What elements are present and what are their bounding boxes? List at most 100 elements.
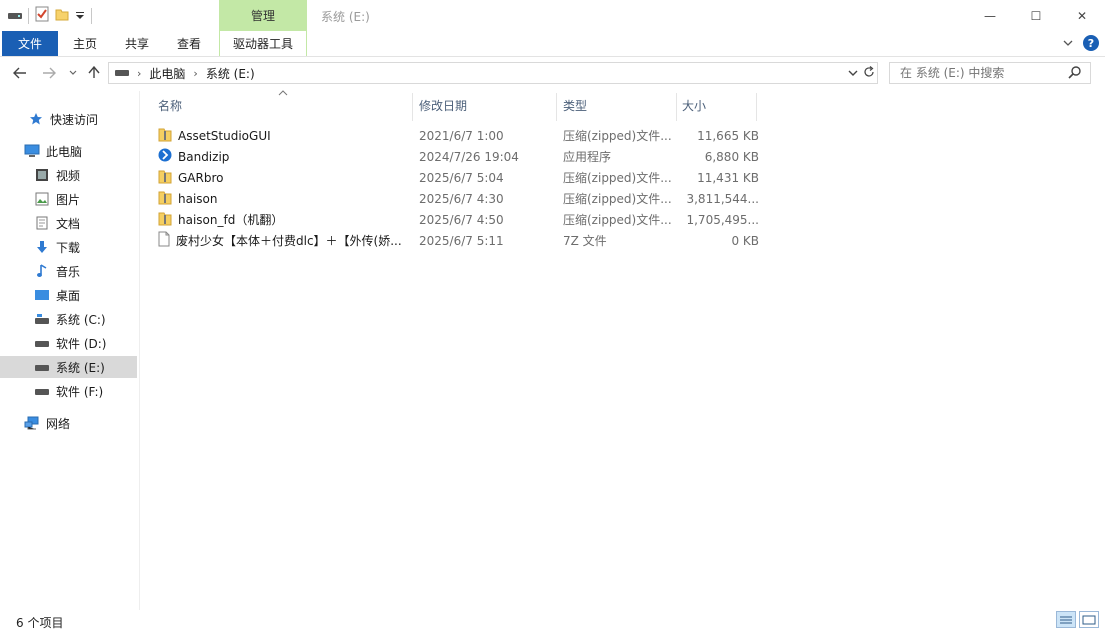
ribbon-tabs: 文件 主页 共享 查看 驱动器工具 ? bbox=[0, 31, 1105, 57]
column-header-size[interactable]: 大小 bbox=[682, 91, 756, 120]
new-folder-icon[interactable] bbox=[55, 7, 69, 24]
minimize-button[interactable]: — bbox=[967, 0, 1013, 31]
column-divider[interactable] bbox=[676, 93, 677, 121]
view-switcher bbox=[1056, 611, 1099, 628]
bandizip-app-icon bbox=[158, 148, 172, 165]
file-name-cell: 废村少女【本体＋付费dlc】＋【外传(娇... bbox=[158, 230, 408, 251]
file-name-cell: AssetStudioGUI bbox=[158, 125, 408, 146]
file-row[interactable]: AssetStudioGUI 2021/6/7 1:00 压缩(zipped)文… bbox=[154, 125, 764, 146]
desktop-icon bbox=[34, 287, 50, 303]
column-header-date[interactable]: 修改日期 bbox=[419, 91, 553, 120]
nav-item-music[interactable]: 音乐 bbox=[0, 260, 137, 282]
tab-file[interactable]: 文件 bbox=[2, 31, 58, 56]
column-divider[interactable] bbox=[412, 93, 413, 121]
search-input[interactable] bbox=[900, 66, 1070, 80]
file-row[interactable]: haison 2025/6/7 4:30 压缩(zipped)文件... 3,8… bbox=[154, 188, 764, 209]
details-view-icon[interactable] bbox=[1056, 611, 1076, 628]
up-icon[interactable] bbox=[88, 65, 100, 83]
nav-label: 下载 bbox=[56, 240, 81, 255]
tab-drive-tools[interactable]: 驱动器工具 bbox=[219, 31, 307, 56]
tab-home[interactable]: 主页 bbox=[62, 31, 108, 56]
nav-item-videos[interactable]: 视频 bbox=[0, 164, 137, 186]
nav-item-pictures[interactable]: 图片 bbox=[0, 188, 137, 210]
column-header-name[interactable]: 名称 bbox=[158, 91, 410, 120]
navigation-pane: 快速访问 此电脑 视频 图片 文档 下载 音乐 桌面 系统 (C:) 软件 (D… bbox=[0, 91, 140, 610]
item-count: 6 个项目 bbox=[16, 616, 64, 630]
file-date: 2024/7/26 19:04 bbox=[419, 149, 519, 164]
file-name-cell: GARbro bbox=[158, 167, 408, 188]
zip-folder-icon bbox=[158, 168, 172, 187]
file-name: haison_fd（机翻） bbox=[178, 213, 284, 227]
nav-item-quick-access[interactable]: 快速访问 bbox=[0, 108, 137, 130]
column-divider[interactable] bbox=[556, 93, 557, 121]
file-name-cell: haison bbox=[158, 188, 408, 209]
breadcrumb-this-pc[interactable]: 此电脑 bbox=[149, 65, 185, 82]
nav-item-drive-d[interactable]: 软件 (D:) bbox=[0, 332, 137, 354]
toolbar-divider bbox=[28, 7, 29, 24]
chevron-down-icon[interactable] bbox=[845, 66, 861, 80]
star-icon bbox=[28, 111, 44, 127]
file-date: 2025/6/7 4:50 bbox=[419, 212, 504, 227]
tab-view[interactable]: 查看 bbox=[166, 31, 212, 56]
nav-label: 音乐 bbox=[56, 264, 81, 279]
file-name: AssetStudioGUI bbox=[178, 128, 271, 143]
chevron-right-icon[interactable]: › bbox=[137, 67, 141, 80]
file-row[interactable]: 废村少女【本体＋付费dlc】＋【外传(娇... 2025/6/7 5:11 7Z… bbox=[154, 230, 764, 251]
file-row[interactable]: GARbro 2025/6/7 5:04 压缩(zipped)文件... 11,… bbox=[154, 167, 764, 188]
drive-icon[interactable] bbox=[8, 9, 22, 23]
window-controls: — ☐ ✕ bbox=[967, 0, 1105, 31]
nav-item-drive-f[interactable]: 软件 (F:) bbox=[0, 380, 137, 402]
picture-icon bbox=[34, 191, 50, 207]
nav-label: 此电脑 bbox=[46, 144, 83, 159]
expand-ribbon-icon[interactable] bbox=[1063, 36, 1073, 50]
search-box[interactable] bbox=[889, 62, 1091, 84]
tab-share[interactable]: 共享 bbox=[114, 31, 160, 56]
file-date: 2021/6/7 1:00 bbox=[419, 128, 504, 143]
status-bar: 6 个项目 bbox=[0, 610, 1105, 630]
nav-label: 系统 (E:) bbox=[56, 360, 105, 375]
nav-item-this-pc[interactable]: 此电脑 bbox=[0, 140, 137, 162]
refresh-icon[interactable] bbox=[861, 65, 877, 81]
nav-item-desktop[interactable]: 桌面 bbox=[0, 284, 137, 306]
file-list: 名称 修改日期 类型 大小 AssetStudioGUI 2021/6/7 1:… bbox=[140, 90, 1105, 610]
forward-icon[interactable] bbox=[42, 65, 56, 83]
back-icon[interactable] bbox=[13, 65, 27, 83]
file-date: 2025/6/7 4:30 bbox=[419, 191, 504, 206]
nav-label: 软件 (F:) bbox=[56, 384, 104, 399]
nav-label: 视频 bbox=[56, 168, 81, 183]
recent-locations-icon[interactable] bbox=[69, 65, 77, 83]
search-icon[interactable] bbox=[1068, 65, 1082, 82]
file-row[interactable]: haison_fd（机翻） 2025/6/7 4:50 压缩(zipped)文件… bbox=[154, 209, 764, 230]
file-row[interactable]: Bandizip 2024/7/26 19:04 应用程序 6,880 KB bbox=[154, 146, 764, 167]
nav-item-network[interactable]: 网络 bbox=[0, 412, 137, 434]
file-date: 2025/6/7 5:11 bbox=[419, 233, 504, 248]
drive-icon bbox=[34, 383, 50, 399]
properties-icon[interactable] bbox=[35, 6, 49, 25]
address-tools bbox=[845, 63, 877, 83]
drive-icon bbox=[115, 66, 129, 80]
title-bar: 管理 系统 (E:) — ☐ ✕ bbox=[0, 0, 1105, 31]
column-header-type[interactable]: 类型 bbox=[563, 91, 675, 120]
nav-item-drive-e[interactable]: 系统 (E:) bbox=[0, 356, 137, 378]
file-size: 0 KB bbox=[731, 233, 759, 248]
zip-folder-icon bbox=[158, 189, 172, 208]
column-divider[interactable] bbox=[756, 93, 757, 121]
large-icons-view-icon[interactable] bbox=[1079, 611, 1099, 628]
help-icon[interactable]: ? bbox=[1083, 35, 1099, 51]
maximize-button[interactable]: ☐ bbox=[1013, 0, 1059, 31]
context-tab-manage[interactable]: 管理 bbox=[219, 0, 307, 31]
nav-label: 文档 bbox=[56, 216, 81, 231]
file-size: 6,880 KB bbox=[704, 149, 759, 164]
file-name-cell: Bandizip bbox=[158, 146, 408, 167]
chevron-right-icon[interactable]: › bbox=[193, 67, 197, 80]
address-bar[interactable]: › 此电脑 › 系统 (E:) bbox=[108, 62, 878, 84]
nav-item-drive-c[interactable]: 系统 (C:) bbox=[0, 308, 137, 330]
file-size: 11,665 KB bbox=[697, 128, 759, 143]
nav-item-documents[interactable]: 文档 bbox=[0, 212, 137, 234]
nav-item-downloads[interactable]: 下载 bbox=[0, 236, 137, 258]
close-button[interactable]: ✕ bbox=[1059, 0, 1105, 31]
file-size: 1,705,495... bbox=[686, 212, 759, 227]
file-size: 11,431 KB bbox=[697, 170, 759, 185]
breadcrumb-drive-e[interactable]: 系统 (E:) bbox=[206, 65, 255, 82]
customize-toolbar-icon[interactable] bbox=[75, 9, 85, 23]
